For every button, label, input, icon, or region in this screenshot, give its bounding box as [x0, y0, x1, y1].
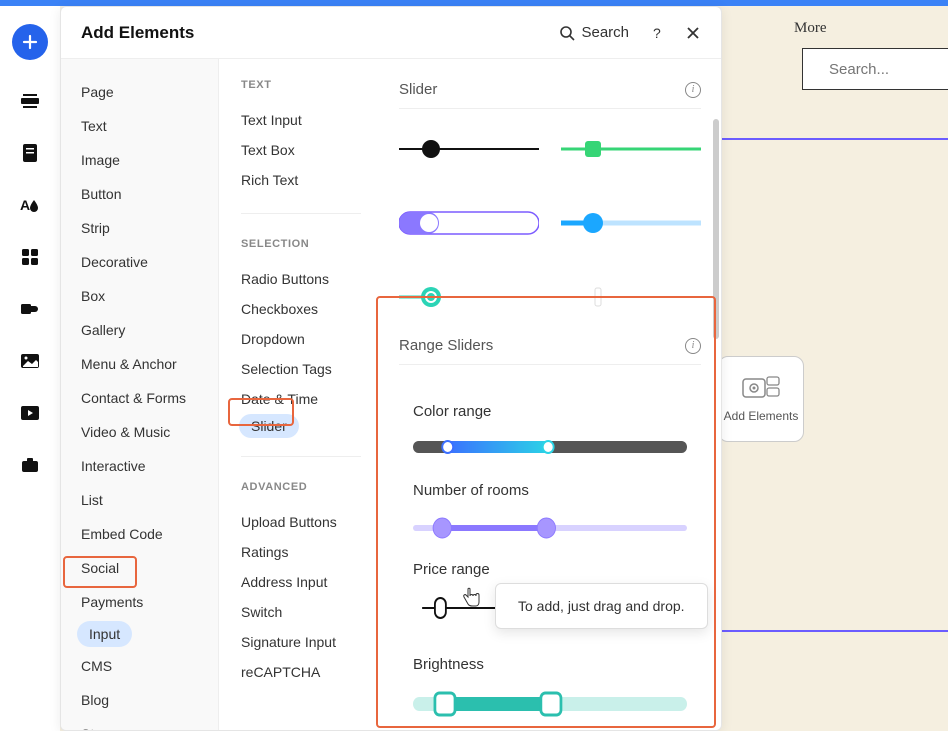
range-sliders-group: Color range Number of rooms	[399, 385, 701, 730]
category-item-embed-code[interactable]: Embed Code	[61, 519, 218, 549]
category-item-contact-forms[interactable]: Contact & Forms	[61, 383, 218, 413]
category-item-payments[interactable]: Payments	[61, 587, 218, 617]
range-label-rooms: Number of rooms	[413, 482, 687, 499]
category-item-box[interactable]: Box	[61, 281, 218, 311]
add-button[interactable]	[12, 24, 48, 60]
category-item-list[interactable]: List	[61, 485, 218, 515]
category-item-image[interactable]: Image	[61, 145, 218, 175]
canvas-search-box[interactable]	[802, 48, 948, 90]
panel-search[interactable]: Search	[559, 24, 629, 41]
drag-drop-tooltip: To add, just drag and drop.	[495, 583, 708, 629]
category-item-text[interactable]: Text	[61, 111, 218, 141]
category-item-interactive[interactable]: Interactive	[61, 451, 218, 481]
add-elements-card-label: Add Elements	[724, 409, 799, 423]
business-icon[interactable]	[19, 454, 41, 476]
info-icon[interactable]: i	[685, 338, 701, 354]
apps-icon[interactable]	[19, 246, 41, 268]
video-icon[interactable]	[19, 402, 41, 424]
slider-variant-green-square[interactable]	[561, 129, 701, 169]
canvas-more-label[interactable]: More	[794, 20, 827, 37]
slider-variant-black-dot[interactable]	[399, 129, 539, 169]
subcategory-heading: TEXT	[241, 79, 379, 91]
subcategory-item-text-box[interactable]: Text Box	[241, 135, 379, 165]
plugin-icon[interactable]	[19, 298, 41, 320]
range-section-title: Range Sliders	[399, 337, 493, 354]
slider-variant-line-handle[interactable]	[561, 277, 701, 317]
svg-text:A: A	[20, 197, 30, 213]
category-item-decorative[interactable]: Decorative	[61, 247, 218, 277]
range-slider-rooms[interactable]	[413, 517, 687, 531]
section-icon[interactable]	[19, 90, 41, 112]
help-icon[interactable]: ?	[649, 25, 665, 41]
subcategory-list: TEXT Text InputText BoxRich Text SELECTION…	[219, 59, 379, 730]
category-item-menu-anchor[interactable]: Menu & Anchor	[61, 349, 218, 379]
category-item-store[interactable]: Store	[61, 719, 218, 730]
subcategory-heading: SELECTION	[241, 238, 379, 250]
category-item-blog[interactable]: Blog	[61, 685, 218, 715]
slider-section-title: Slider	[399, 81, 437, 98]
subcategory-item-date-time[interactable]: Date & Time	[241, 384, 379, 414]
subcategory-item-upload-buttons[interactable]: Upload Buttons	[241, 507, 379, 537]
text-drop-icon[interactable]: A	[19, 194, 41, 216]
slider-variant-blue-dot[interactable]	[561, 203, 701, 243]
info-icon[interactable]: i	[685, 82, 701, 98]
slider-variant-purple-toggle[interactable]	[399, 203, 539, 243]
category-item-gallery[interactable]: Gallery	[61, 315, 218, 345]
subcategory-item-switch[interactable]: Switch	[241, 597, 379, 627]
range-label-price: Price range	[413, 561, 687, 578]
subcategory-item-address-input[interactable]: Address Input	[241, 567, 379, 597]
subcategory-item-selection-tags[interactable]: Selection Tags	[241, 354, 379, 384]
scrollbar-thumb[interactable]	[713, 119, 719, 339]
left-rail: A	[0, 0, 60, 731]
image-icon[interactable]	[19, 350, 41, 372]
subcategory-item-signature-input[interactable]: Signature Input	[241, 627, 379, 657]
range-slider-color[interactable]	[413, 438, 687, 452]
subcategory-heading: ADVANCED	[241, 481, 379, 493]
subcategory-item-text-input[interactable]: Text Input	[241, 105, 379, 135]
range-label-brightness: Brightness	[413, 656, 687, 673]
add-elements-panel: Add Elements Search ? Page Text Image Butto…	[60, 6, 722, 731]
subcategory-item-ratings[interactable]: Ratings	[241, 537, 379, 567]
subcategory-item-checkboxes[interactable]: Checkboxes	[241, 294, 379, 324]
category-item-strip[interactable]: Strip	[61, 213, 218, 243]
page-icon[interactable]	[19, 142, 41, 164]
add-elements-card[interactable]: Add Elements	[718, 356, 804, 442]
category-list: Page Text Image Button Strip Decorative Box Gal…	[61, 59, 219, 730]
range-label-color: Color range	[413, 403, 687, 420]
canvas-search-input[interactable]	[829, 61, 948, 78]
search-label: Search	[581, 24, 629, 41]
slider-variant-teal-ring[interactable]	[399, 277, 539, 317]
subcategory-item-radio-buttons[interactable]: Radio Buttons	[241, 264, 379, 294]
category-item-input[interactable]: Input	[77, 621, 132, 647]
panel-title: Add Elements	[81, 23, 194, 43]
category-item-video-music[interactable]: Video & Music	[61, 417, 218, 447]
svg-text:?: ?	[653, 25, 661, 41]
range-slider-brightness[interactable]	[413, 691, 687, 705]
subcategory-item-rich-text[interactable]: Rich Text	[241, 165, 379, 195]
canvas-guide-line	[722, 630, 948, 632]
category-item-page[interactable]: Page	[61, 77, 218, 107]
subcategory-item-dropdown[interactable]: Dropdown	[241, 324, 379, 354]
subcategory-item-slider[interactable]: Slider	[239, 414, 299, 438]
canvas-guide-line	[722, 138, 948, 140]
category-item-button[interactable]: Button	[61, 179, 218, 209]
category-item-cms[interactable]: CMS	[61, 651, 218, 681]
subcategory-item-recaptcha[interactable]: reCAPTCHA	[241, 657, 379, 687]
category-item-social[interactable]: Social	[61, 553, 218, 583]
close-icon[interactable]	[685, 25, 701, 41]
preview-column: Slider i	[379, 59, 721, 730]
